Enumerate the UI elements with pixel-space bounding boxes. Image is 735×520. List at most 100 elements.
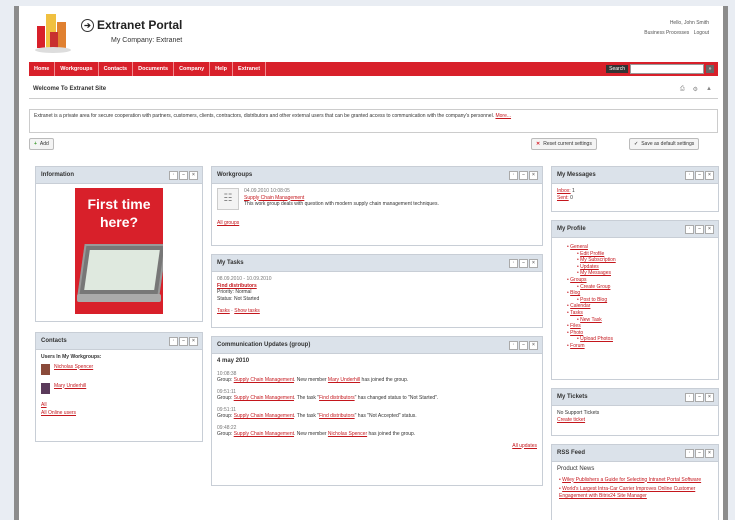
inbox-link[interactable]: Inbox:: [557, 188, 571, 194]
profile-forum-link[interactable]: Forum: [570, 343, 584, 349]
close-icon[interactable]: ×: [705, 225, 714, 234]
portlet-controls: · – ×: [509, 341, 538, 350]
portlet-controls: · – ×: [685, 449, 714, 458]
tasks-link[interactable]: Tasks: [217, 308, 230, 314]
menu-item-help[interactable]: Help: [210, 62, 234, 76]
tickets-title: My Tickets · – ×: [552, 389, 718, 406]
minimize-icon[interactable]: –: [695, 449, 704, 458]
laptop-icon: [77, 244, 163, 296]
settings-icon[interactable]: ·: [509, 259, 518, 268]
minimize-icon[interactable]: –: [179, 171, 188, 180]
menu-item-company[interactable]: Company: [174, 62, 211, 76]
profile-calendar-link[interactable]: Calendar: [570, 303, 590, 309]
update-task-link[interactable]: Find distributors: [319, 413, 355, 419]
settings-icon[interactable]: ·: [509, 171, 518, 180]
business-processes-link[interactable]: Business Processes: [644, 30, 689, 36]
print-icon[interactable]: ⎙: [680, 86, 685, 93]
avatar[interactable]: [41, 363, 50, 375]
updates-date-heading: 4 may 2010: [217, 358, 250, 364]
rss-item-link[interactable]: Wiley Publishers a Guide for Selecting I…: [562, 477, 701, 483]
close-icon[interactable]: ×: [529, 259, 538, 268]
my-subscription-link[interactable]: My Subscription: [580, 257, 616, 263]
contacts-portlet: Contacts · – × Users In My Workgroups: Nic…: [35, 332, 203, 442]
avatar[interactable]: [41, 382, 50, 394]
profile-files-link[interactable]: Files: [570, 323, 581, 329]
sent-link[interactable]: Sent:: [557, 195, 569, 201]
user-panel: Hello, John Smith Business Processes Log…: [641, 18, 709, 38]
menu-item-extranet[interactable]: Extranet: [233, 62, 267, 76]
search-input[interactable]: [630, 64, 704, 74]
save-default-button[interactable]: ✓ Save as default settings: [629, 138, 700, 150]
search-label: Search: [606, 65, 628, 73]
profile-portlet: My Profile ·–× General Edit Profile My S…: [551, 220, 719, 380]
online-users-link[interactable]: All Online users: [41, 410, 197, 417]
minimize-icon[interactable]: –: [695, 393, 704, 402]
all-groups-link[interactable]: All groups: [217, 220, 537, 227]
update-task-link[interactable]: Find distributors: [319, 395, 355, 401]
menu-item-workgroups[interactable]: Workgroups: [55, 62, 99, 76]
menu-item-contacts[interactable]: Contacts: [99, 62, 134, 76]
add-button[interactable]: + Add: [29, 138, 54, 150]
create-ticket-link[interactable]: Create ticket: [557, 417, 713, 424]
all-updates-link[interactable]: All updates: [512, 443, 537, 449]
first-time-banner[interactable]: First time here?: [75, 188, 163, 314]
contact-link[interactable]: Mary Underhill: [54, 383, 86, 389]
settings-icon[interactable]: ·: [685, 449, 694, 458]
minimize-icon[interactable]: –: [695, 171, 704, 180]
workgroup-description: This work group deals with question with…: [244, 201, 439, 207]
profile-blog-link[interactable]: Blog: [570, 290, 580, 296]
site-header: ➔ Extranet Portal My Company: Extranet H…: [19, 6, 723, 62]
profile-tasks-link[interactable]: Tasks: [570, 310, 583, 316]
all-contacts-link[interactable]: All: [41, 402, 197, 409]
close-icon[interactable]: ×: [529, 171, 538, 180]
portal-title[interactable]: ➔ Extranet Portal: [81, 18, 182, 32]
minimize-icon[interactable]: –: [179, 337, 188, 346]
contact-link[interactable]: Nicholas Spencer: [54, 364, 93, 370]
upload-photos-link[interactable]: Upload Photos: [580, 336, 613, 342]
update-group-link[interactable]: Supply Chain Management: [234, 413, 294, 419]
edit-profile-link[interactable]: Edit Profile: [580, 251, 604, 257]
update-group-link[interactable]: Supply Chain Management: [234, 377, 294, 383]
collapse-icon[interactable]: ▲: [706, 86, 712, 93]
settings-icon[interactable]: ·: [509, 341, 518, 350]
logout-link[interactable]: Logout: [694, 30, 709, 36]
search-go-button[interactable]: »: [706, 65, 714, 73]
settings-icon[interactable]: ·: [169, 171, 178, 180]
update-group-link[interactable]: Supply Chain Management: [234, 395, 294, 401]
settings-icon[interactable]: ⚙: [693, 86, 698, 93]
update-member-link[interactable]: Nicholas Spencer: [328, 431, 367, 437]
profile-general-link[interactable]: General: [570, 244, 588, 250]
new-task-link[interactable]: New Task: [580, 317, 602, 323]
minimize-icon[interactable]: –: [695, 225, 704, 234]
minimize-icon[interactable]: –: [519, 341, 528, 350]
profile-photo-link[interactable]: Photo: [570, 330, 583, 336]
show-tasks-link[interactable]: Show tasks: [234, 308, 260, 314]
create-group-link[interactable]: Create Group: [580, 284, 610, 290]
close-icon[interactable]: ×: [705, 393, 714, 402]
close-icon[interactable]: ×: [529, 341, 538, 350]
settings-icon[interactable]: ·: [685, 393, 694, 402]
information-title: Information · – ×: [36, 167, 202, 184]
updates-link[interactable]: Updates: [580, 264, 599, 270]
rss-item-link[interactable]: World's Largest Intra-Car Carrier Improv…: [559, 486, 695, 499]
profile-groups-link[interactable]: Groups: [570, 277, 586, 283]
update-group-link[interactable]: Supply Chain Management: [234, 431, 294, 437]
settings-icon[interactable]: ·: [169, 337, 178, 346]
close-icon[interactable]: ×: [189, 337, 198, 346]
minimize-icon[interactable]: –: [519, 259, 528, 268]
update-member-link[interactable]: Mary Underhill: [328, 377, 360, 383]
settings-icon[interactable]: ·: [685, 225, 694, 234]
settings-icon[interactable]: ·: [685, 171, 694, 180]
minimize-icon[interactable]: –: [519, 171, 528, 180]
menu-item-documents[interactable]: Documents: [133, 62, 175, 76]
close-icon[interactable]: ×: [705, 449, 714, 458]
menu-item-home[interactable]: Home: [29, 62, 56, 76]
close-icon[interactable]: ×: [705, 171, 714, 180]
page-tools: ⎙ ⚙ ▲: [680, 86, 712, 93]
my-messages-link[interactable]: My Messages: [580, 270, 611, 276]
more-link[interactable]: More...: [495, 113, 511, 119]
tasks-title: My Tasks · – ×: [212, 255, 542, 272]
post-to-blog-link[interactable]: Post to Blog: [580, 297, 607, 303]
reset-settings-button[interactable]: ✕ Reset current settings: [531, 138, 597, 150]
close-icon[interactable]: ×: [189, 171, 198, 180]
